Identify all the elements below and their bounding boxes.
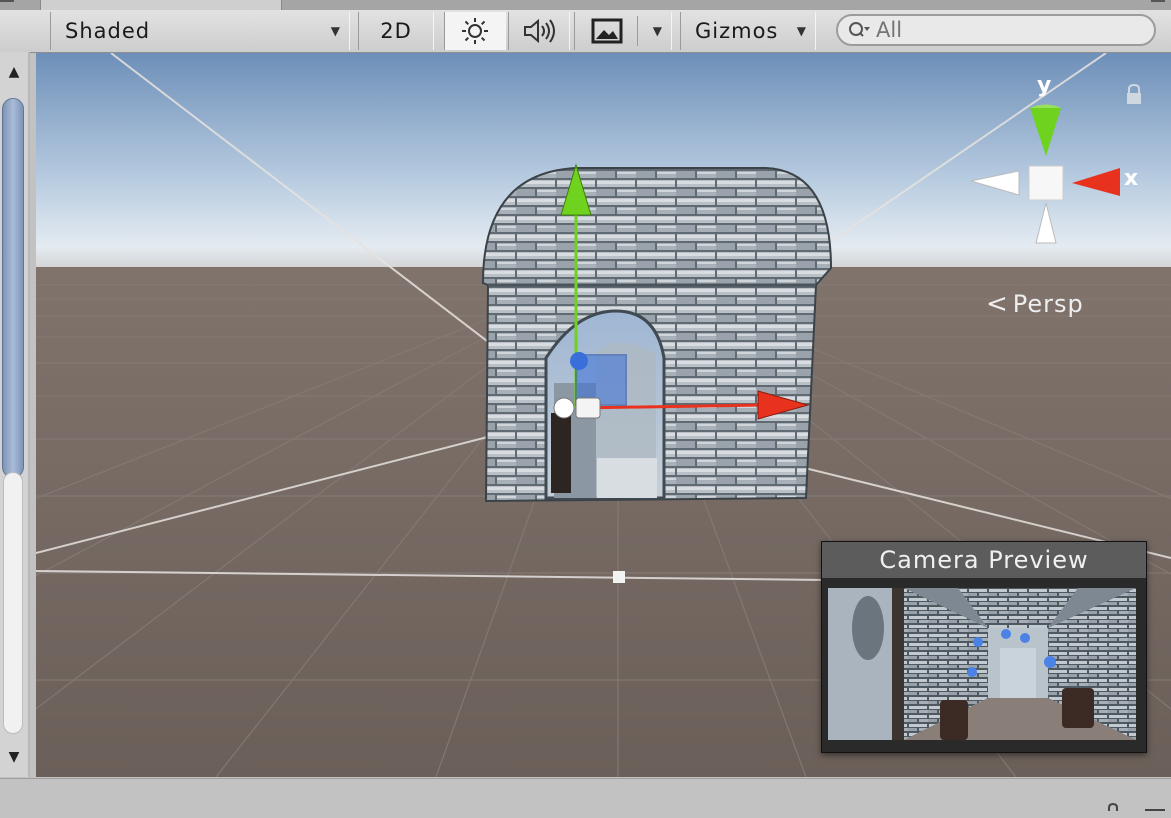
projection-label: Persp — [1012, 290, 1084, 318]
scene-audio-toggle[interactable] — [508, 12, 570, 50]
camera-preview-title: Camera Preview — [822, 542, 1146, 578]
perspective-icon: < — [986, 289, 1009, 319]
scroll-down-icon[interactable]: ▼ — [0, 745, 28, 769]
search-icon[interactable] — [848, 20, 872, 40]
image-effects-button[interactable]: ▼ — [574, 12, 672, 50]
status-bar — [0, 778, 1171, 818]
search-input[interactable] — [872, 18, 1136, 42]
gizmo-x-label: x — [1124, 166, 1139, 191]
sun-icon — [462, 18, 488, 44]
scrollbar-thumb[interactable] — [2, 98, 24, 478]
shading-mode-dropdown[interactable]: Shaded ▼ — [50, 12, 350, 50]
image-effects-icon — [591, 18, 623, 44]
speaker-icon — [524, 18, 555, 44]
scroll-up-icon[interactable]: ▲ — [0, 60, 28, 84]
scene-search-field[interactable] — [836, 14, 1156, 46]
tab-scene[interactable] — [40, 0, 282, 10]
toggle-2d-label: 2D — [380, 19, 412, 43]
fx-separator — [637, 16, 638, 46]
gizmos-label: Gizmos — [695, 19, 779, 43]
gizmo-y-label: y — [1037, 73, 1052, 98]
vertical-scrollbar[interactable]: ▲ ▼ — [0, 52, 30, 777]
lock-icon[interactable] — [1105, 803, 1121, 818]
camera-preview-panel: Camera Preview — [821, 541, 1147, 753]
menu-icon[interactable] — [1145, 809, 1165, 817]
dock-menu-icon[interactable] — [1151, 0, 1165, 6]
camera-preview-image — [828, 588, 1136, 740]
scene-toolbar: Shaded ▼ 2D ▼ Gizmos ▼ All — [0, 10, 1171, 53]
scrollbar-track[interactable] — [3, 472, 23, 734]
gizmos-dropdown[interactable]: Gizmos ▼ — [680, 12, 816, 50]
scene-lighting-toggle[interactable] — [444, 12, 506, 50]
toggle-2d-button[interactable]: 2D — [358, 12, 434, 50]
lock-icon[interactable] — [1125, 83, 1143, 105]
dropdown-arrow-icon: ▼ — [330, 24, 341, 38]
projection-toggle[interactable]: < Persp — [986, 289, 1084, 319]
stone-building[interactable] — [481, 167, 833, 503]
shading-mode-label: Shaded — [65, 19, 151, 43]
dropdown-arrow-icon: ▼ — [796, 24, 807, 38]
scene-viewport[interactable]: y x < Persp Camera Preview — [36, 53, 1171, 777]
fx-dropdown-arrow-icon[interactable]: ▼ — [653, 24, 663, 38]
hamburger-icon[interactable] — [0, 0, 14, 5]
